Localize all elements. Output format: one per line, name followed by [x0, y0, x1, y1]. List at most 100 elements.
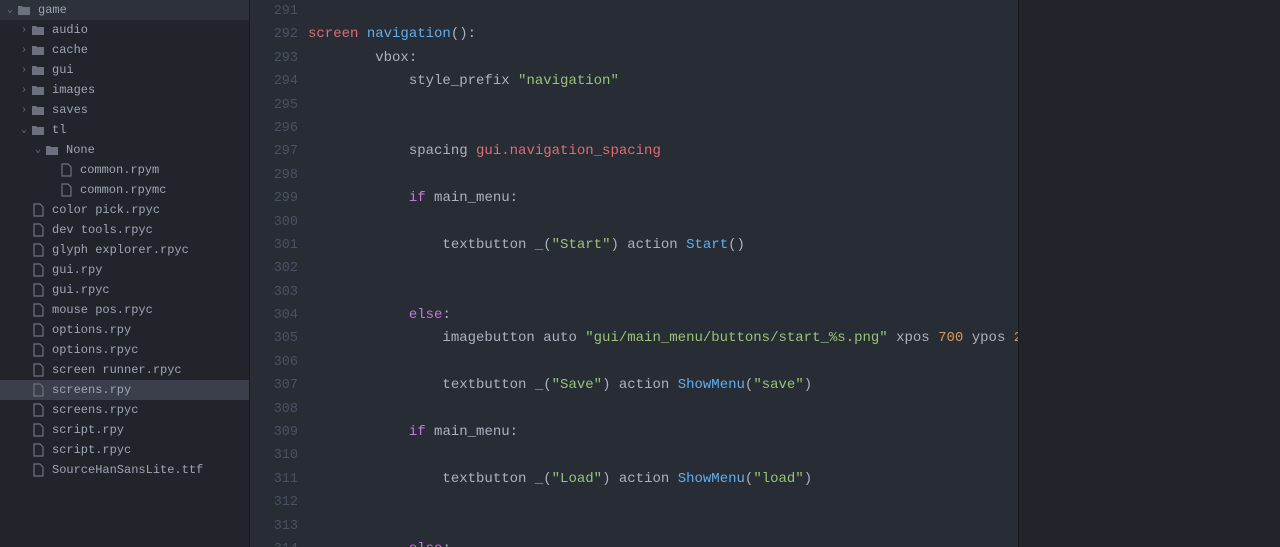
file-icon — [30, 383, 46, 397]
line-number: 291 — [250, 0, 298, 23]
file-icon — [58, 163, 74, 177]
code-line[interactable]: else: — [308, 304, 1018, 327]
code-token: "Load" — [552, 471, 602, 487]
chevron-right-icon[interactable]: › — [18, 85, 30, 96]
code-line[interactable]: textbutton _("Save") action ShowMenu("sa… — [308, 374, 1018, 397]
code-line[interactable] — [308, 0, 1018, 23]
code-line[interactable] — [308, 398, 1018, 421]
file-dev-tools-rpyc[interactable]: dev tools.rpyc — [0, 220, 249, 240]
code-line[interactable] — [308, 257, 1018, 280]
folder-audio[interactable]: ›audio — [0, 20, 249, 40]
folder-game[interactable]: ⌄ game — [0, 0, 249, 20]
file-screens-rpy[interactable]: screens.rpy — [0, 380, 249, 400]
file-gui-rpyc[interactable]: gui.rpyc — [0, 280, 249, 300]
code-line[interactable] — [308, 164, 1018, 187]
line-number: 305 — [250, 327, 298, 350]
file-sourcehansanslite-ttf[interactable]: SourceHanSansLite.ttf — [0, 460, 249, 480]
code-line[interactable]: imagebutton auto "gui/main_menu/buttons/… — [308, 327, 1018, 350]
file-icon — [30, 443, 46, 457]
file-gui-rpy[interactable]: gui.rpy — [0, 260, 249, 280]
code-token: vbox: — [308, 50, 417, 66]
code-token — [308, 541, 409, 547]
line-number: 308 — [250, 398, 298, 421]
code-editor[interactable]: 2912922932942952962972982993003013023033… — [250, 0, 1018, 547]
code-token: spacing — [308, 143, 476, 159]
folder-cache[interactable]: ›cache — [0, 40, 249, 60]
code-token: gui.navigation_spacing — [476, 143, 661, 159]
code-line[interactable]: textbutton _("Start") action Start() — [308, 234, 1018, 257]
file-common-rpymc[interactable]: common.rpymc — [0, 180, 249, 200]
tree-item-label: saves — [52, 103, 88, 117]
code-line[interactable]: else: — [308, 538, 1018, 547]
chevron-right-icon[interactable]: › — [18, 25, 30, 36]
code-line[interactable] — [308, 515, 1018, 538]
file-screens-rpyc[interactable]: screens.rpyc — [0, 400, 249, 420]
file-screen-runner-rpyc[interactable]: screen runner.rpyc — [0, 360, 249, 380]
folder-icon — [30, 103, 46, 117]
file-glyph-explorer-rpyc[interactable]: glyph explorer.rpyc — [0, 240, 249, 260]
line-number: 297 — [250, 140, 298, 163]
tree-item-label: gui.rpy — [52, 263, 102, 277]
code-content[interactable]: screen navigation(): vbox: style_prefix … — [308, 0, 1018, 547]
tree-item-label: dev tools.rpyc — [52, 223, 153, 237]
folder-gui[interactable]: ›gui — [0, 60, 249, 80]
code-line[interactable] — [308, 94, 1018, 117]
code-token: else — [409, 541, 443, 547]
tree-item-label: images — [52, 83, 95, 97]
file-color-pick-rpyc[interactable]: color pick.rpyc — [0, 200, 249, 220]
code-line[interactable] — [308, 211, 1018, 234]
folder-saves[interactable]: › saves — [0, 100, 249, 120]
file-icon — [30, 263, 46, 277]
file-common-rpym[interactable]: common.rpym — [0, 160, 249, 180]
file-icon — [30, 243, 46, 257]
code-line[interactable]: style_prefix "navigation" — [308, 70, 1018, 93]
file-options-rpyc[interactable]: options.rpyc — [0, 340, 249, 360]
code-token: style_prefix — [308, 73, 518, 89]
code-line[interactable] — [308, 444, 1018, 467]
file-script-rpyc[interactable]: script.rpyc — [0, 440, 249, 460]
line-number: 314 — [250, 538, 298, 547]
code-line[interactable] — [308, 281, 1018, 304]
line-number-gutter: 2912922932942952962972982993003013023033… — [250, 0, 308, 547]
code-token: 700 — [938, 330, 963, 346]
chevron-down-icon[interactable]: ⌄ — [18, 124, 30, 136]
code-line[interactable] — [308, 351, 1018, 374]
file-mouse-pos-rpyc[interactable]: mouse pos.rpyc — [0, 300, 249, 320]
code-line[interactable]: textbutton _("Load") action ShowMenu("lo… — [308, 468, 1018, 491]
chevron-right-icon[interactable]: › — [18, 105, 30, 116]
chevron-right-icon[interactable]: › — [18, 65, 30, 76]
chevron-down-icon[interactable]: ⌄ — [4, 4, 16, 16]
code-token: : — [442, 307, 450, 323]
file-icon — [30, 363, 46, 377]
code-line[interactable]: spacing gui.navigation_spacing — [308, 140, 1018, 163]
chevron-right-icon[interactable]: › — [18, 45, 30, 56]
line-number: 309 — [250, 421, 298, 444]
folder-images[interactable]: › images — [0, 80, 249, 100]
tree-item-label: screens.rpyc — [52, 403, 138, 417]
code-line[interactable]: if main_menu: — [308, 421, 1018, 444]
file-options-rpy[interactable]: options.rpy — [0, 320, 249, 340]
code-token: ) — [804, 471, 812, 487]
file-script-rpy[interactable]: script.rpy — [0, 420, 249, 440]
file-explorer-sidebar[interactable]: ⌄game›audio›cache›gui›images›saves⌄tl⌄No… — [0, 0, 250, 547]
code-token: ) action — [602, 471, 678, 487]
line-number: 296 — [250, 117, 298, 140]
tree-item-label: None — [66, 143, 95, 157]
code-line[interactable]: screen navigation(): — [308, 23, 1018, 46]
code-line[interactable]: vbox: — [308, 47, 1018, 70]
tree-item-label: tl — [52, 123, 66, 137]
file-icon — [30, 283, 46, 297]
folder-icon — [30, 63, 46, 77]
code-line[interactable]: if main_menu: — [308, 187, 1018, 210]
code-token: ( — [543, 237, 551, 253]
folder-none[interactable]: ⌄ None — [0, 140, 249, 160]
tree-item-label: color pick.rpyc — [52, 203, 160, 217]
code-token: _ — [535, 237, 543, 253]
code-token — [308, 307, 409, 323]
code-token: _ — [535, 377, 543, 393]
code-line[interactable] — [308, 117, 1018, 140]
code-line[interactable] — [308, 491, 1018, 514]
chevron-down-icon[interactable]: ⌄ — [32, 144, 44, 156]
folder-tl[interactable]: ⌄ tl — [0, 120, 249, 140]
tree-item-label: game — [38, 3, 67, 17]
